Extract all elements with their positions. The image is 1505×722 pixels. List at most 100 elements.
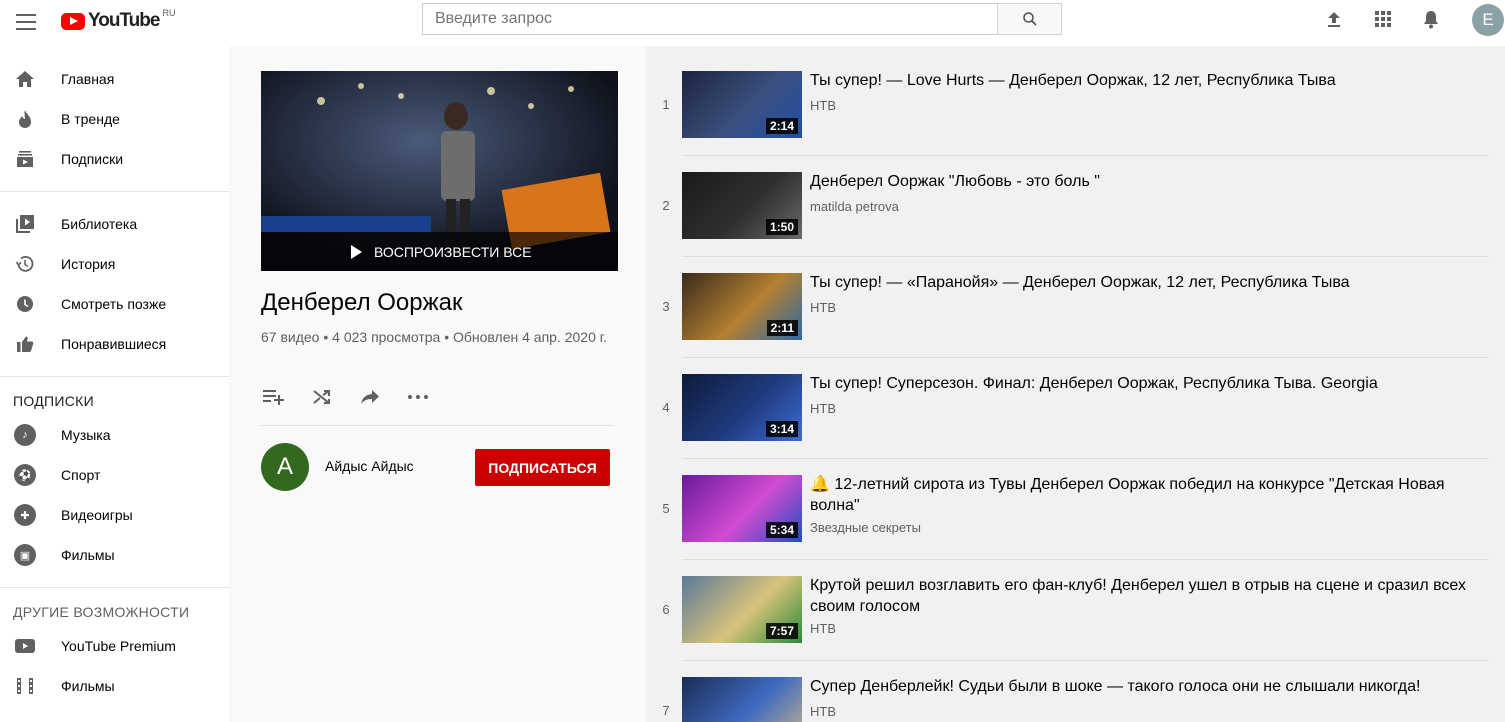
sidebar-item-sport[interactable]: ⚽ Спорт [0,455,229,495]
video-thumbnail[interactable]: 2:11 [682,273,802,340]
gaming-icon: ✚ [14,504,36,526]
sidebar-item-music[interactable]: ♪ Музыка [0,415,229,455]
playlist-video-row[interactable]: 4 3:14 Ты супер! Суперсезон. Финал: Денбер… [646,349,1505,450]
sidebar-item-subscriptions[interactable]: Подписки [0,139,229,179]
more-section-title: ДРУГИЕ ВОЗМОЖНОСТИ [13,604,190,620]
video-channel[interactable]: НТВ [810,621,836,636]
shuffle-icon[interactable] [309,387,334,407]
sidebar-item-liked[interactable]: Понравившиеся [0,324,229,364]
playlist-video-row[interactable]: 3 2:11 Ты супер! — «Паранойя» — Денберел О… [646,248,1505,349]
sidebar-item-label: Фильмы [61,547,115,563]
divider [0,587,229,588]
owner-name[interactable]: Айдыс Айдыс [325,458,414,474]
video-index: 2 [662,198,670,213]
film-strip-icon [14,675,36,697]
upload-icon[interactable] [1323,8,1345,30]
video-title[interactable]: Денберел Ооржак "Любовь - это боль " [810,171,1470,192]
playlist-video-row[interactable]: 2 1:50 Денберел Ооржак "Любовь - это боль … [646,147,1505,248]
play-icon [351,244,362,259]
subscribe-button[interactable]: ПОДПИСАТЬСЯ [475,449,610,486]
logo-region: RU [162,8,176,18]
youtube-icon [14,635,36,657]
video-duration: 5:34 [765,522,798,538]
sidebar-item-label: YouTube Premium [61,638,176,654]
sidebar-item-label: Спорт [61,467,101,483]
apps-grid-icon[interactable] [1372,8,1394,30]
playlist-thumbnail[interactable]: ВОСПРОИЗВЕСТИ ВСЕ [261,71,618,271]
sidebar-item-label: История [61,256,116,272]
sidebar-item-label: Библиотека [61,216,138,232]
sidebar-item-label: Видеоигры [61,507,133,523]
video-channel[interactable]: НТВ [810,98,836,113]
share-icon[interactable] [357,387,382,407]
play-all-button[interactable]: ВОСПРОИЗВЕСТИ ВСЕ [261,232,618,271]
video-thumbnail[interactable]: 1:50 [682,172,802,239]
video-index: 1 [662,97,670,112]
video-channel[interactable]: matilda petrova [810,199,899,214]
sidebar-item-label: Понравившиеся [61,336,167,352]
sidebar-item-youtube-premium[interactable]: YouTube Premium [0,626,229,666]
subscriptions-icon [14,148,36,170]
video-index: 7 [662,703,670,718]
video-channel[interactable]: НТВ [810,300,836,315]
film-icon: ▣ [14,544,36,566]
search-button[interactable] [997,3,1062,35]
menu-icon[interactable] [16,12,36,32]
video-index: 3 [662,299,670,314]
library-icon [14,213,36,235]
more-actions-icon[interactable] [405,387,430,407]
subscriptions-section-title: ПОДПИСКИ [13,393,94,409]
play-all-label: ВОСПРОИЗВЕСТИ ВСЕ [374,243,532,260]
clock-icon [14,293,36,315]
video-title[interactable]: Ты супер! Суперсезон. Финал: Денберел Оо… [810,373,1470,394]
logo-text: YouTube [88,10,160,31]
divider [261,425,613,426]
sidebar: Главная В тренде Подписки Библиотека Ист… [0,46,229,722]
video-title[interactable]: Супер Денберлейк! Судьи были в шоке — та… [810,676,1470,697]
video-thumbnail[interactable]: 7:57 [682,576,802,643]
video-index: 4 [662,400,670,415]
video-thumbnail[interactable]: 5:34 [682,475,802,542]
sidebar-item-home[interactable]: Главная [0,59,229,99]
playlist-video-row[interactable]: 1 2:14 Ты супер! — Love Hurts — Денберел О… [646,46,1505,147]
video-thumbnail[interactable] [682,677,802,722]
sidebar-item-watch-later[interactable]: Смотреть позже [0,284,229,324]
sidebar-item-movies[interactable]: Фильмы [0,666,229,706]
video-title[interactable]: Крутой решил возглавить его фан-клуб! Де… [810,575,1470,617]
sidebar-item-films[interactable]: ▣ Фильмы [0,535,229,575]
playlist-video-row[interactable]: 6 7:57 Крутой решил возглавить его фан-клу… [646,551,1505,652]
sidebar-item-label: Фильмы [61,678,115,694]
video-title[interactable]: Ты супер! — «Паранойя» — Денберел Ооржак… [810,272,1470,293]
bell-icon[interactable] [1420,8,1442,30]
sidebar-item-label: Главная [61,71,115,87]
video-duration: 2:14 [765,118,798,134]
playlist-video-row[interactable]: 5 5:34 🔔 12-летний сирота из Тувы Денберел… [646,450,1505,551]
video-duration: 7:57 [765,623,798,639]
add-to-queue-icon[interactable] [261,387,286,407]
video-duration: 3:14 [765,421,798,437]
video-title[interactable]: Ты супер! — Love Hurts — Денберел Ооржак… [810,70,1470,91]
playlist-video-row[interactable]: 7 Супер Денберлейк! Судьи были в шоке — т… [646,652,1505,722]
video-channel[interactable]: НТВ [810,704,836,719]
video-duration: 1:50 [765,219,798,235]
thumbs-up-icon [14,333,36,355]
sidebar-item-trending[interactable]: В тренде [0,99,229,139]
account-avatar[interactable]: E [1472,4,1504,36]
video-title[interactable]: 🔔 12-летний сирота из Тувы Денберел Оорж… [810,474,1470,516]
sidebar-item-gaming[interactable]: ✚ Видеоигры [0,495,229,535]
playlist-actions [261,387,430,407]
owner-avatar[interactable]: A [261,443,309,491]
video-channel[interactable]: НТВ [810,401,836,416]
search-input[interactable] [422,3,998,35]
sidebar-item-library[interactable]: Библиотека [0,204,229,244]
divider [0,191,229,192]
video-thumbnail[interactable]: 2:14 [682,71,802,138]
youtube-logo[interactable]: YouTube RU [61,8,176,32]
sidebar-item-history[interactable]: История [0,244,229,284]
video-channel[interactable]: Звездные секреты [810,520,921,535]
sidebar-item-label: Смотреть позже [61,296,167,312]
playlist-title: Денберел Ооржак [261,289,463,316]
video-thumbnail[interactable]: 3:14 [682,374,802,441]
video-index: 5 [662,501,670,516]
search-icon [1022,12,1037,26]
